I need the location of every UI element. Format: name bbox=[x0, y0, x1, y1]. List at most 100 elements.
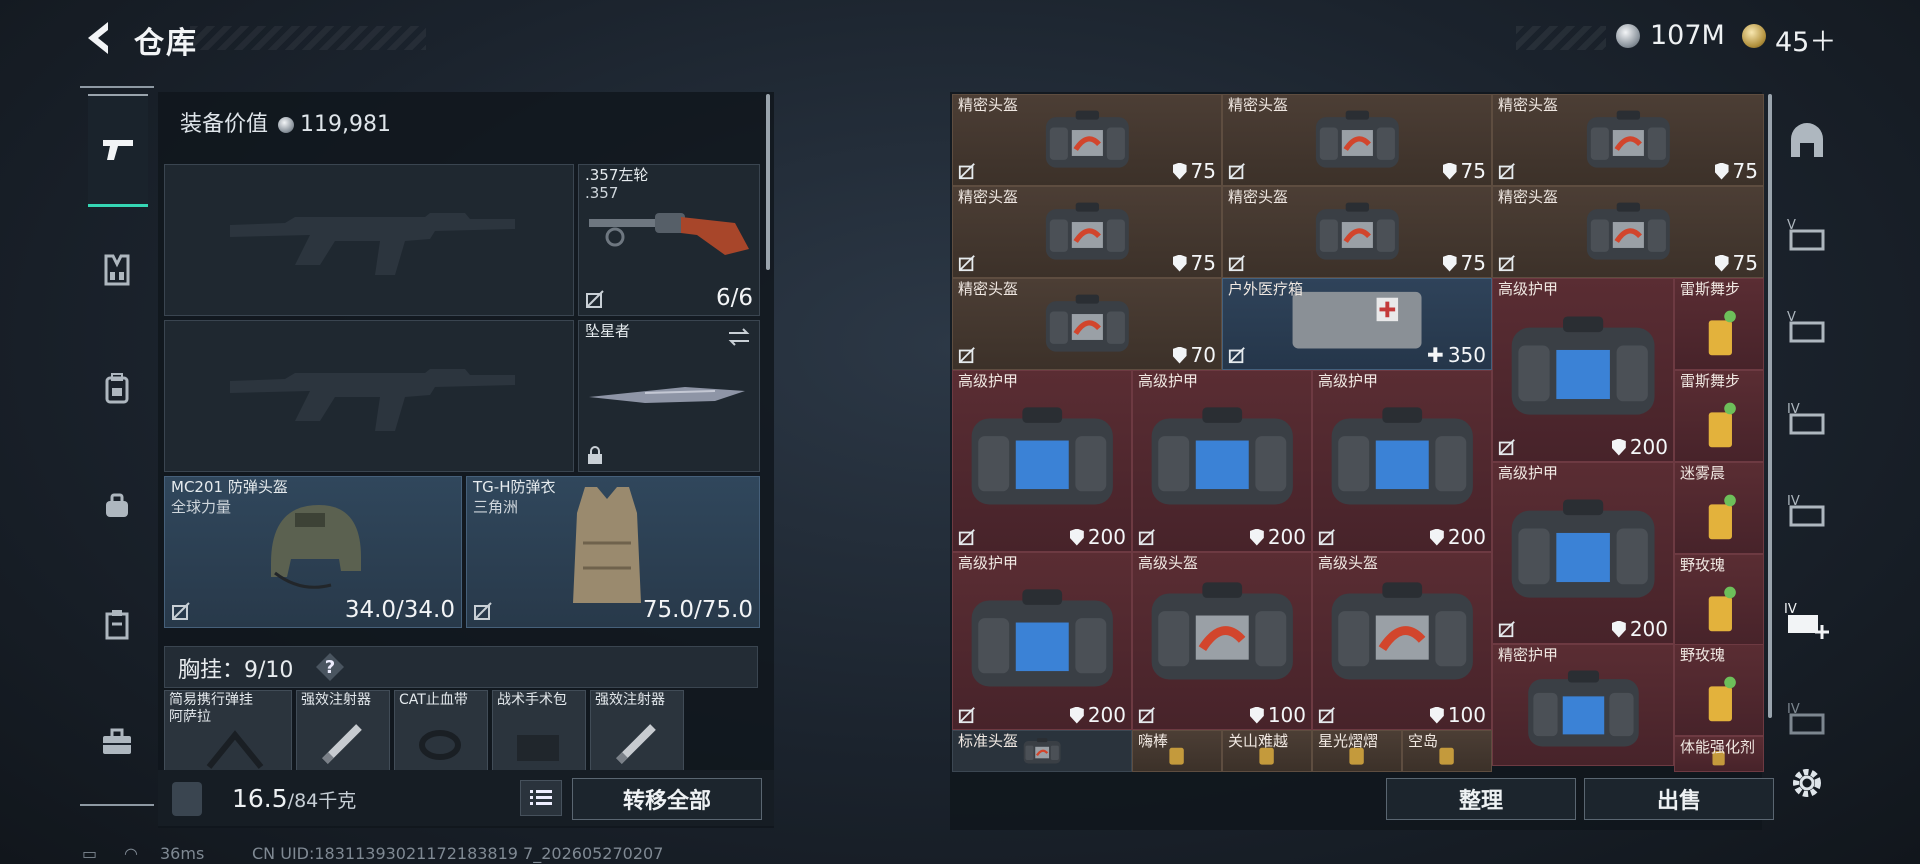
stash-item-cell[interactable]: 雷斯舞步 bbox=[1674, 278, 1764, 370]
stash-item-cell[interactable]: 精密护甲 bbox=[1492, 644, 1674, 766]
swap-icon bbox=[728, 328, 750, 346]
shield-icon bbox=[1611, 438, 1626, 456]
shield-icon bbox=[1714, 162, 1729, 180]
melee-slot[interactable]: 坠星者 bbox=[578, 320, 760, 472]
stash-item-name: 高级护甲 bbox=[1138, 372, 1199, 390]
stash-item-cell[interactable]: 高级护甲 200 bbox=[952, 370, 1132, 552]
primary-weapon-slot-2[interactable] bbox=[164, 320, 574, 472]
sidearm-slot[interactable]: .357左轮 .357 6/6 bbox=[578, 164, 760, 316]
unlocked-slot-icon bbox=[1498, 439, 1515, 456]
equipment-scrollbar[interactable] bbox=[766, 94, 770, 270]
list-view-button[interactable] bbox=[520, 780, 562, 816]
stash-item-cell[interactable]: 高级头盔 100 bbox=[1312, 552, 1492, 730]
stash-iv-icon: IV bbox=[1787, 702, 1825, 735]
carry-weight-max: /84千克 bbox=[287, 790, 357, 812]
armor-brand: 三角洲 bbox=[473, 498, 519, 516]
back-arrow-icon bbox=[88, 22, 108, 54]
unlocked-slot-icon bbox=[586, 290, 604, 308]
helmet-case-icon bbox=[1045, 202, 1129, 260]
stash-item-cell[interactable]: 精密头盔 70 bbox=[952, 278, 1222, 370]
shield-icon bbox=[1249, 706, 1264, 724]
unlocked-slot-icon bbox=[1228, 255, 1245, 272]
stash-item-value: 200 bbox=[1069, 525, 1126, 549]
chest-rig-title: 胸挂： bbox=[178, 658, 245, 683]
back-button[interactable] bbox=[80, 18, 120, 58]
stash-item-name: 迷雾晨 bbox=[1680, 464, 1726, 482]
stash-tab-v2[interactable]: V bbox=[1780, 298, 1834, 352]
stash-item-cell[interactable]: 高级护甲 200 bbox=[1492, 462, 1674, 644]
stash-item-cell[interactable]: 迷雾晨 bbox=[1674, 462, 1764, 554]
armor-slot[interactable]: TG-H防弹衣 三角洲 75.0/75.0 bbox=[466, 476, 760, 628]
stash-item-cell[interactable]: 雷斯舞步 bbox=[1674, 370, 1764, 462]
stash-item-name: 雷斯舞步 bbox=[1680, 372, 1741, 390]
stash-tab-iv4[interactable]: IV bbox=[1780, 690, 1834, 744]
stash-item-name: 精密头盔 bbox=[958, 188, 1019, 206]
stash-item-cell[interactable]: 野玫瑰 bbox=[1674, 554, 1764, 646]
tab-backpacks[interactable] bbox=[88, 358, 146, 418]
stash-item-cell[interactable]: 体能强化剂 bbox=[1674, 736, 1764, 772]
stash-item-name: 高级护甲 bbox=[958, 372, 1019, 390]
helmet-brand: 全球力量 bbox=[171, 498, 232, 516]
rig-item-label: 简易携行弹挂 bbox=[169, 692, 253, 708]
stash-item-cell[interactable]: 精密头盔 75 bbox=[1222, 94, 1492, 186]
stash-tab-iv2[interactable]: IV bbox=[1780, 482, 1834, 536]
stash-item-cell[interactable]: 精密头盔 75 bbox=[1222, 186, 1492, 278]
shield-icon bbox=[1172, 346, 1187, 364]
rig-item[interactable]: CAT止血带 bbox=[394, 690, 488, 772]
tab-cases[interactable] bbox=[88, 594, 146, 654]
stash-item-cell[interactable]: 户外医疗箱 ✚ 350 bbox=[1222, 278, 1492, 370]
shield-icon bbox=[1429, 706, 1444, 724]
stash-item-cell[interactable]: 精密头盔 75 bbox=[1492, 94, 1764, 186]
currency-decoration bbox=[1516, 26, 1606, 50]
stash-item-cell[interactable]: 高级护甲 200 bbox=[952, 552, 1132, 730]
rig-item[interactable]: 简易携行弹挂 阿萨拉 bbox=[164, 690, 292, 772]
stash-item-name: 关山难越 bbox=[1228, 732, 1289, 750]
stash-item-value: 75 bbox=[1714, 251, 1758, 275]
stash-item-name: 高级护甲 bbox=[1318, 372, 1379, 390]
shield-icon bbox=[1611, 620, 1626, 638]
stash-scrollbar[interactable] bbox=[1768, 94, 1772, 718]
rig-item[interactable]: 战术手术包 bbox=[492, 690, 586, 772]
transfer-all-button[interactable]: 转移全部 bbox=[572, 778, 762, 820]
stash-tab-v1[interactable]: V bbox=[1780, 206, 1834, 260]
stash-item-cell[interactable]: 高级护甲 200 bbox=[1312, 370, 1492, 552]
stash-item-cell[interactable]: 野玫瑰 bbox=[1674, 644, 1764, 736]
stash-item-value-number: 75 bbox=[1460, 159, 1486, 183]
stash-tab-main[interactable] bbox=[1780, 114, 1834, 168]
tab-weapons[interactable] bbox=[88, 94, 148, 207]
stash-item-cell[interactable]: 关山难越 bbox=[1222, 730, 1312, 772]
stash-item-cell[interactable]: 精密头盔 75 bbox=[952, 94, 1222, 186]
carry-weight: 16.5/84千克 bbox=[232, 784, 356, 813]
stash-item-cell[interactable]: 精密头盔 75 bbox=[1492, 186, 1764, 278]
syringe-icon bbox=[322, 724, 362, 764]
helmet-slot[interactable]: MC201 防弹头盔 全球力量 34.0/34.0 bbox=[164, 476, 462, 628]
stash-item-cell[interactable]: 标准头盔 bbox=[952, 730, 1132, 772]
sell-button[interactable]: 出售 bbox=[1584, 778, 1774, 820]
stash-tab-iv1[interactable]: IV bbox=[1780, 390, 1834, 444]
stash-v-icon: V bbox=[1787, 218, 1825, 251]
stash-item-name: 精密头盔 bbox=[958, 96, 1019, 114]
sidearm-ammo: 6/6 bbox=[715, 285, 753, 311]
pistol-icon bbox=[103, 140, 133, 160]
stash-item-cell[interactable]: 嗨棒 bbox=[1132, 730, 1222, 772]
unlocked-slot-icon bbox=[958, 529, 975, 546]
stash-item-cell[interactable]: 星光熠熠 bbox=[1312, 730, 1402, 772]
armor-case-icon bbox=[1527, 670, 1639, 747]
stash-item-cell[interactable]: 高级头盔 100 bbox=[1132, 552, 1312, 730]
tab-toolbox[interactable] bbox=[88, 712, 146, 772]
stash-item-value-number: 75 bbox=[1460, 251, 1486, 275]
stash-item-value-number: 75 bbox=[1190, 159, 1216, 183]
stash-tab-iv3-add[interactable]: IV bbox=[1780, 594, 1834, 648]
stash-item-cell[interactable]: 高级护甲 200 bbox=[1492, 278, 1674, 462]
rig-item[interactable]: 强效注射器 bbox=[590, 690, 684, 772]
sort-button[interactable]: 整理 bbox=[1386, 778, 1576, 820]
settings-button[interactable] bbox=[1780, 756, 1834, 810]
carry-weight-value: 16.5 bbox=[232, 784, 288, 813]
stash-item-cell[interactable]: 高级护甲 200 bbox=[1132, 370, 1312, 552]
tab-vests[interactable] bbox=[88, 240, 146, 300]
stash-item-cell[interactable]: 空岛 bbox=[1402, 730, 1492, 772]
tab-bags[interactable] bbox=[88, 476, 146, 536]
rig-item[interactable]: 强效注射器 bbox=[296, 690, 390, 772]
stash-item-cell[interactable]: 精密头盔 75 bbox=[952, 186, 1222, 278]
primary-weapon-slot-1[interactable] bbox=[164, 164, 574, 316]
